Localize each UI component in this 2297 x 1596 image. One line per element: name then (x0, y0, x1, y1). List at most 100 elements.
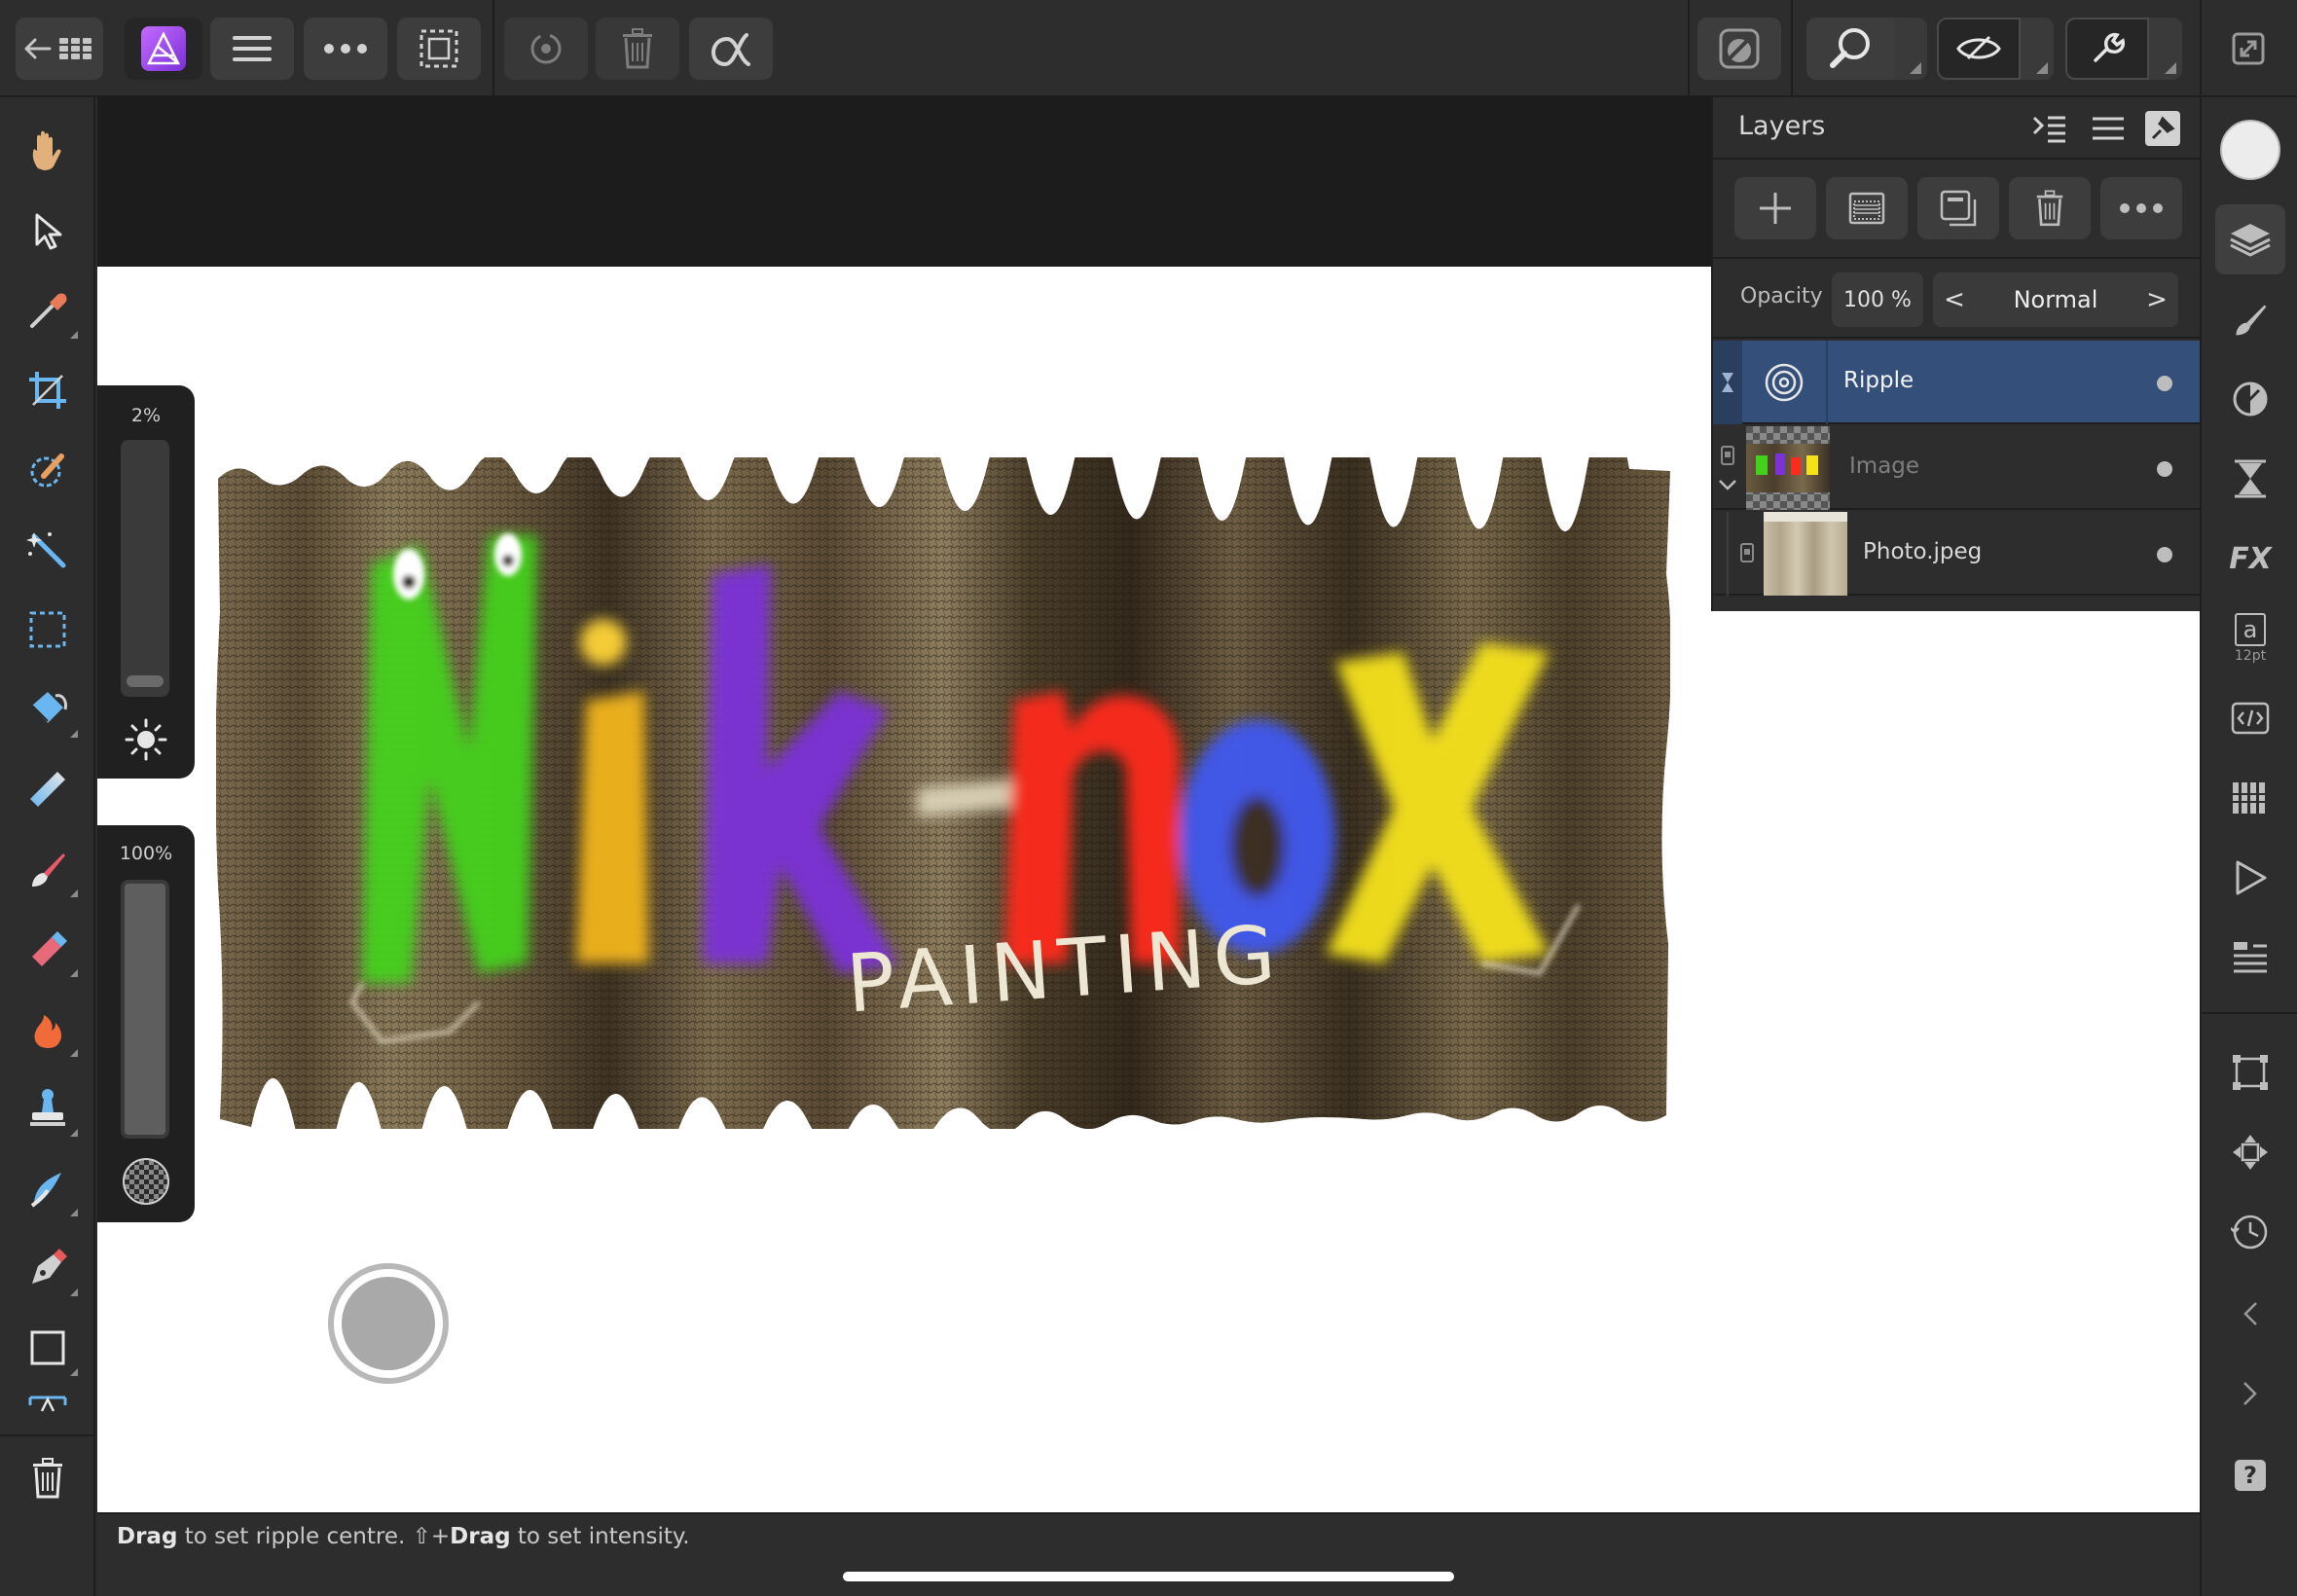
chevron-right-icon (2243, 1382, 2257, 1405)
layer-visibility-toggle[interactable] (2157, 547, 2172, 562)
add-layer-button[interactable] (1734, 177, 1816, 239)
blend-mode-value[interactable]: Normal (1976, 272, 2135, 327)
more-button[interactable] (304, 18, 387, 80)
hand-tool[interactable] (14, 117, 82, 185)
navigator-studio-button[interactable] (2215, 843, 2285, 913)
opacity-field[interactable]: 100 % (1832, 272, 1923, 327)
rectangle-icon (30, 1330, 65, 1365)
text-tool[interactable] (14, 1382, 82, 1421)
back-grid-icon (24, 38, 91, 59)
layer-opacity-row: Opacity 100 % < Normal > (1713, 261, 2202, 339)
layer-visibility-toggle[interactable] (2157, 376, 2172, 391)
chevron-left-icon (2243, 1302, 2257, 1325)
transform-studio-button[interactable] (2215, 1037, 2285, 1107)
color-swatch-button[interactable] (2215, 115, 2285, 185)
snapshots-studio-button[interactable] (2215, 1197, 2285, 1267)
artistic-text-icon (28, 1396, 67, 1412)
snapping-button[interactable] (2065, 18, 2149, 80)
document-canvas-right[interactable] (1711, 611, 2200, 1512)
home-indicator[interactable] (843, 1572, 1454, 1581)
flood-fill-tool[interactable] (14, 675, 82, 744)
brush-opacity-slider[interactable] (121, 880, 169, 1139)
duplicate-layer-button[interactable] (1917, 177, 1999, 239)
blend-mode-next-button[interactable]: > (2135, 272, 2178, 327)
selection-brush-tool[interactable] (14, 436, 82, 504)
paint-brush-tool[interactable] (14, 835, 82, 903)
brush-size-handle[interactable] (127, 675, 164, 687)
pen-tool[interactable] (14, 1234, 82, 1302)
tools-panel (0, 97, 95, 1596)
alpha-button[interactable] (689, 18, 773, 80)
back-grid-button[interactable] (16, 18, 103, 80)
burn-tool[interactable] (14, 995, 82, 1063)
quick-mask-button[interactable] (1697, 18, 1781, 80)
photo-persona-button[interactable] (125, 18, 202, 80)
live-filters-studio-button[interactable] (2215, 444, 2285, 514)
layer-row-image[interactable]: Image (1713, 426, 2202, 510)
rectangle-tool[interactable] (14, 1314, 82, 1382)
pin-panel-button[interactable] (2145, 111, 2180, 146)
brushes-studio-button[interactable] (2215, 284, 2285, 354)
tool-variants-indicator (70, 331, 78, 339)
brush-opacity-value: 100% (119, 843, 173, 864)
eraser-icon (32, 931, 67, 966)
record-button[interactable] (328, 1263, 449, 1384)
status-text-1: to set ripple centre. ⇧+ (177, 1524, 451, 1549)
color-picker-tool[interactable] (14, 276, 82, 345)
delete-button[interactable] (596, 18, 679, 80)
macros-studio-button[interactable] (2215, 683, 2285, 753)
move-tool[interactable] (14, 197, 82, 265)
history-button[interactable] (504, 18, 588, 80)
add-mask-button[interactable] (1826, 177, 1908, 239)
layer-row-photo[interactable]: Photo.jpeg (1713, 512, 2202, 596)
move-cross-icon (2233, 1135, 2268, 1170)
clone-tool[interactable] (14, 1074, 82, 1143)
snapping-options-caret[interactable] (2149, 18, 2182, 80)
selection-button[interactable] (397, 18, 481, 80)
erase-brush-tool[interactable] (14, 915, 82, 983)
move-studio-button[interactable] (2215, 1117, 2285, 1187)
collapse-panel-button[interactable] (2030, 109, 2069, 148)
tool-variants-indicator (70, 1129, 78, 1137)
channels-studio-button[interactable] (2215, 763, 2285, 833)
panel-menu-button[interactable] (2089, 109, 2128, 148)
view-options-caret[interactable] (2021, 18, 2054, 80)
history-studio-button[interactable] (2215, 923, 2285, 993)
adjustments-studio-button[interactable] (2215, 364, 2285, 434)
zoom-options-caret[interactable] (1894, 18, 1927, 80)
list-icon (2234, 942, 2267, 973)
zoom-button[interactable] (1806, 18, 1894, 80)
fx-studio-button[interactable]: FX (2215, 524, 2285, 594)
trash-tool-button[interactable] (14, 1444, 82, 1512)
view-mode-button[interactable] (1937, 18, 2021, 80)
studio-bar: FX a 12pt ? (2200, 97, 2297, 1596)
menu-button[interactable] (210, 18, 294, 80)
pin-icon (2151, 116, 2175, 140)
marquee-tool[interactable] (14, 596, 82, 664)
smudge-tool[interactable] (14, 1154, 82, 1222)
layers-studio-button[interactable] (2215, 204, 2285, 274)
gradient-tool[interactable] (14, 755, 82, 823)
hand-icon (32, 130, 61, 170)
fullscreen-icon (2232, 32, 2265, 65)
brush-size-slider[interactable] (121, 440, 169, 697)
layer-visibility-toggle[interactable] (2157, 461, 2172, 477)
layer-more-button[interactable] (2100, 177, 2182, 239)
next-button[interactable] (2215, 1359, 2285, 1429)
tool-variants-indicator (70, 969, 78, 977)
help-icon: ? (2235, 1460, 2266, 1491)
fill-bucket-icon (31, 692, 67, 723)
chevron-down-icon[interactable] (1719, 479, 1736, 490)
rippled-curtain-artwork[interactable]: PAINTING (216, 457, 1670, 1129)
magic-wand-tool[interactable] (14, 516, 82, 584)
thumb-letter-mark (1806, 455, 1818, 475)
layer-name: Ripple (1843, 368, 1914, 393)
delete-layer-button[interactable] (2009, 177, 2091, 239)
blend-mode-prev-button[interactable]: < (1933, 272, 1976, 327)
layer-row-ripple[interactable]: Ripple (1713, 341, 2202, 424)
text-studio-button[interactable]: a 12pt (2215, 603, 2285, 673)
previous-button[interactable] (2215, 1279, 2285, 1349)
help-button[interactable]: ? (2215, 1440, 2285, 1510)
fullscreen-button[interactable] (2213, 18, 2283, 80)
crop-tool[interactable] (14, 356, 82, 424)
